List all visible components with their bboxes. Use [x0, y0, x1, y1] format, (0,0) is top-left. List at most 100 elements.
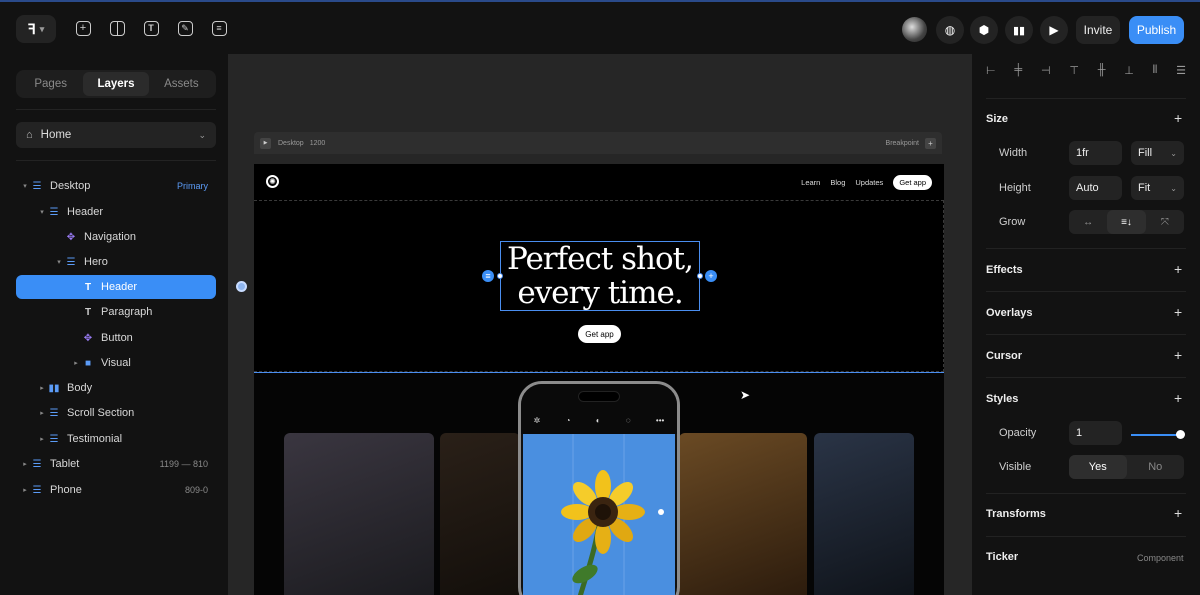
divider: [16, 160, 216, 161]
layer-hero[interactable]: ▾ ☰ Hero: [16, 250, 216, 274]
tab-assets[interactable]: Assets: [149, 72, 214, 96]
nav-link-updates[interactable]: Updates: [855, 178, 883, 187]
opacity-input[interactable]: 1: [1069, 421, 1122, 445]
expand-toggle-icon[interactable]: ▸: [37, 384, 47, 392]
site-settings-button[interactable]: ◍: [936, 16, 964, 44]
play-icon[interactable]: ▶: [260, 137, 271, 149]
opacity-slider-track[interactable]: [1131, 434, 1181, 436]
opacity-label: Opacity: [999, 427, 1037, 439]
layer-body[interactable]: ▸ ▮▮ Body: [16, 376, 216, 400]
layer-paragraph[interactable]: T Paragraph: [16, 300, 216, 324]
expand-toggle-icon[interactable]: ▾: [54, 258, 64, 266]
visible-no-option[interactable]: No: [1127, 455, 1185, 479]
publish-button[interactable]: Publish: [1129, 16, 1184, 44]
cms-button[interactable]: ≡: [208, 17, 230, 39]
add-breakpoint-icon[interactable]: +: [925, 137, 936, 149]
layer-scroll-section[interactable]: ▸ ☰ Scroll Section: [16, 401, 216, 425]
site-preview[interactable]: ✺ Learn Blog Updates Get app Perfect sho…: [254, 164, 944, 595]
layer-hero-header[interactable]: T Header: [16, 275, 216, 299]
layer-label: Header: [67, 206, 104, 218]
size-add-icon[interactable]: +: [1174, 110, 1182, 126]
height-input[interactable]: Auto: [1069, 176, 1122, 200]
grow-vertical-icon[interactable]: ≡↓: [1107, 210, 1146, 234]
grow-control: ↔ ≡↓ ⤧: [1069, 210, 1184, 234]
hero-get-app-button[interactable]: Get app: [578, 325, 621, 343]
cursor-add-icon[interactable]: +: [1174, 347, 1182, 363]
expand-toggle-icon[interactable]: ▸: [37, 435, 47, 443]
page-select[interactable]: ⌂ Home ⌄: [16, 122, 216, 148]
align-top-icon[interactable]: ⊤: [1069, 64, 1079, 82]
preview-button[interactable]: ▶: [1040, 16, 1068, 44]
gallery-card: [679, 433, 807, 595]
nav-link-learn[interactable]: Learn: [801, 178, 820, 187]
resize-handle-right[interactable]: [697, 273, 703, 279]
overlays-section-title: Overlays: [986, 307, 1033, 319]
expand-toggle-icon[interactable]: ▾: [37, 208, 47, 216]
width-value: 1fr: [1076, 147, 1089, 159]
tab-layers[interactable]: Layers: [83, 72, 149, 96]
cursor-section-title: Cursor: [986, 350, 1023, 362]
layer-header[interactable]: ▾ ☰ Header: [16, 200, 216, 224]
expand-toggle-icon[interactable]: ▸: [71, 359, 81, 367]
add-right-icon[interactable]: +: [705, 270, 717, 282]
grow-horizontal-icon[interactable]: ↔: [1069, 210, 1107, 234]
align-left-icon[interactable]: ⊢: [986, 64, 996, 82]
nav-get-app-button[interactable]: Get app: [893, 175, 932, 190]
overlays-add-icon[interactable]: +: [1174, 304, 1182, 320]
site-logo-icon[interactable]: ✺: [266, 175, 279, 188]
nav-link-blog[interactable]: Blog: [830, 178, 845, 187]
width-mode-select[interactable]: Fill ⌄: [1131, 141, 1184, 165]
styles-add-icon[interactable]: +: [1174, 390, 1182, 406]
effects-add-icon[interactable]: +: [1174, 261, 1182, 277]
visual-section[interactable]: ✲ ◔ ◐ ◌ •••: [254, 372, 944, 595]
grow-both-icon[interactable]: ⤧: [1146, 210, 1184, 234]
layer-phone[interactable]: ▸ ☰ Phone 809-0: [16, 478, 216, 502]
settings-button[interactable]: ⬢: [970, 16, 998, 44]
align-bottom-icon[interactable]: ⊥: [1124, 64, 1134, 82]
insert-button[interactable]: +: [72, 17, 94, 39]
vector-button[interactable]: ✎: [174, 17, 196, 39]
layer-tablet[interactable]: ▸ ☰ Tablet 1199 — 810: [16, 452, 216, 476]
user-avatar[interactable]: [902, 17, 927, 42]
breakpoint-label[interactable]: Breakpoint: [886, 140, 919, 147]
layer-button[interactable]: ✥ Button: [16, 326, 216, 350]
height-mode-select[interactable]: Fit ⌄: [1131, 176, 1184, 200]
text-button[interactable]: T: [140, 17, 162, 39]
opacity-slider-knob[interactable]: [1176, 430, 1185, 439]
align-center-h-icon[interactable]: ╪: [1014, 64, 1022, 82]
layer-testimonial[interactable]: ▸ ☰ Testimonial: [16, 427, 216, 451]
chevron-down-icon: ⌄: [1170, 148, 1177, 158]
analytics-button[interactable]: ▮▮: [1005, 16, 1033, 44]
add-left-icon[interactable]: ≡: [482, 270, 494, 282]
site-navigation: Learn Blog Updates Get app: [801, 175, 932, 190]
tab-pages[interactable]: Pages: [18, 72, 83, 96]
frame-title-bar[interactable]: ▶ Desktop 1200 Breakpoint +: [254, 132, 942, 154]
cms-icon: ≡: [211, 20, 227, 36]
styles-section-title: Styles: [986, 393, 1019, 405]
layer-navigation[interactable]: ✥ Navigation: [16, 225, 216, 249]
distribute-h-icon[interactable]: ⫴: [1153, 64, 1158, 82]
visible-yes-option[interactable]: Yes: [1069, 455, 1127, 479]
framer-menu-button[interactable]: ꟻ ▾: [16, 15, 56, 43]
invite-button[interactable]: Invite: [1076, 16, 1120, 44]
transforms-add-icon[interactable]: +: [1174, 505, 1182, 521]
width-input[interactable]: 1fr: [1069, 141, 1122, 165]
distribute-v-icon[interactable]: ☰: [1176, 64, 1186, 82]
page-select-value: Home: [40, 129, 72, 141]
align-right-icon[interactable]: ⊣: [1041, 64, 1051, 82]
expand-toggle-icon[interactable]: ▸: [20, 460, 30, 468]
expand-toggle-icon[interactable]: ▸: [37, 409, 47, 417]
design-canvas[interactable]: ▶ Desktop 1200 Breakpoint + ✺ Learn Blog…: [228, 54, 972, 595]
align-center-v-icon[interactable]: ╫: [1098, 64, 1106, 82]
layer-desktop[interactable]: ▾ ☰ Desktop Primary: [16, 174, 216, 198]
expand-toggle-icon[interactable]: ▾: [20, 182, 30, 190]
gallery-card: [284, 433, 434, 595]
insert-handle[interactable]: [236, 281, 247, 292]
expand-toggle-icon[interactable]: ▸: [20, 486, 30, 494]
layer-meta: Primary: [177, 181, 208, 191]
layer-visual[interactable]: ▸ ■ Visual: [16, 351, 216, 375]
layer-label: Paragraph: [101, 306, 153, 318]
hero-heading[interactable]: Perfect shot, every time.: [500, 241, 700, 311]
layout-button[interactable]: [106, 17, 128, 39]
resize-handle-left[interactable]: [497, 273, 503, 279]
